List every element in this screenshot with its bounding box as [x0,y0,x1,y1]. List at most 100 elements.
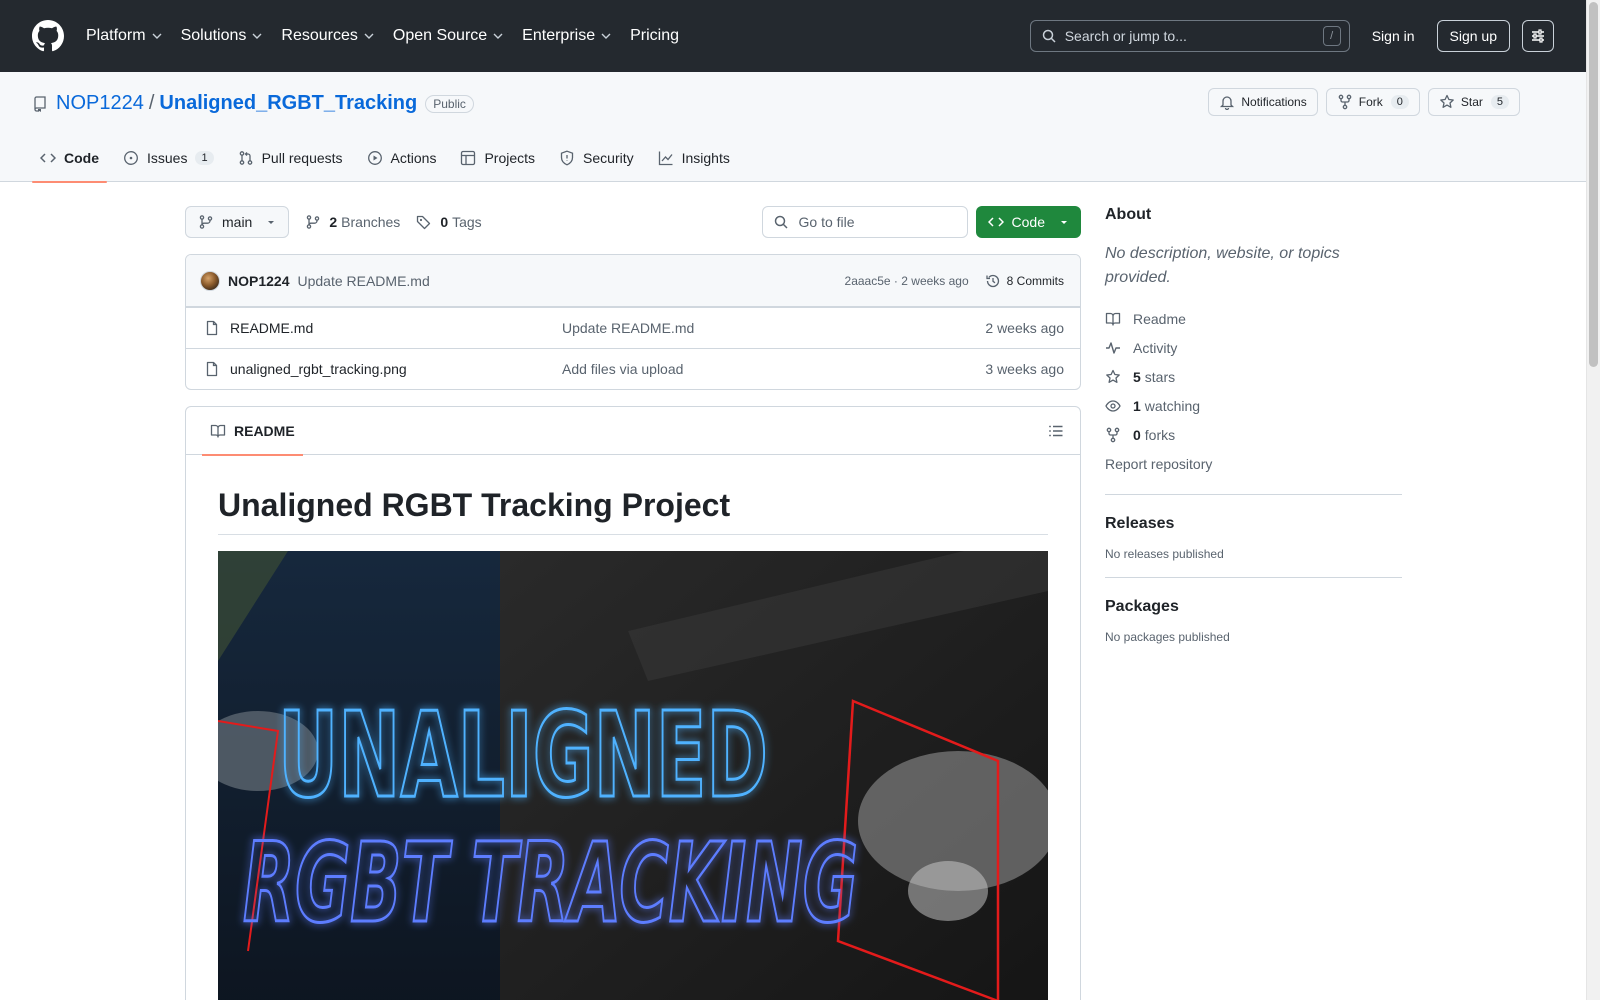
tab-insights[interactable]: Insights [650,134,738,182]
activity-link-label: Activity [1133,339,1178,356]
readme-link[interactable]: Readme [1105,304,1402,333]
chevron-down-icon [364,33,374,39]
tab-actions-label: Actions [390,150,437,166]
star-icon [1440,94,1454,108]
go-to-file-input[interactable]: Go to file [761,206,968,238]
github-logo-icon[interactable] [32,20,64,52]
file-name-link[interactable]: unaligned_rgbt_tracking.png [230,361,562,377]
nav-solutions-label: Solutions [180,27,247,44]
nav-resources[interactable]: Resources [281,27,374,45]
git-pull-request-icon [239,151,252,165]
tab-code[interactable]: Code [32,134,107,183]
main-content: main 2 Branches 0 Tags Go to file Code N… [185,206,1081,1000]
outline-toggle-button[interactable] [1048,423,1064,439]
report-repository-link[interactable]: Report repository [1105,449,1402,478]
file-icon [206,320,218,336]
triangle-down-icon [268,221,275,224]
commit-time: 2 weeks ago [901,273,969,288]
nav-pricing[interactable]: Pricing [630,27,679,45]
header-actions: Search or jump to... / Sign in Sign up [1029,20,1554,52]
nav-open-source[interactable]: Open Source [393,27,504,45]
tags-link[interactable]: 0 Tags [416,214,482,230]
readme-header: README [186,407,1080,456]
activity-link[interactable]: Activity [1105,333,1402,362]
search-icon [774,215,788,229]
appearance-settings-button[interactable] [1522,20,1554,52]
packages-heading[interactable]: Packages [1105,598,1402,616]
page-scrollbar[interactable] [1586,0,1600,1000]
fork-label: Fork [1358,95,1383,109]
commit-meta: 2aaac5e · 2 weeks ago [845,274,969,288]
global-search-input[interactable]: Search or jump to... / [1029,20,1350,52]
readme-banner-image: UNALIGNED RGBT TRACKING [218,551,1048,1000]
repo-sidebar: About No description, website, or topics… [1105,206,1402,644]
bell-icon [1220,96,1235,110]
branches-link[interactable]: 2 Branches [305,214,400,230]
file-icon [206,361,218,377]
nav-enterprise[interactable]: Enterprise [522,27,612,45]
stars-link[interactable]: 5 stars [1105,362,1402,391]
issues-count: 1 [195,151,214,165]
file-commit-time: 2 weeks ago [985,320,1064,336]
scrollbar-thumb[interactable] [1589,2,1598,367]
file-toolbar: main 2 Branches 0 Tags Go to file Code [185,206,1081,238]
tab-projects-label: Projects [484,150,536,166]
issue-opened-icon [124,151,138,165]
repo-name-link[interactable]: Unaligned_RGBT_Tracking [159,92,417,115]
star-button[interactable]: Star 5 [1427,88,1520,116]
tab-issues-label: Issues [147,150,188,166]
tab-projects[interactable]: Projects [452,134,543,182]
pulse-icon [1106,341,1120,354]
notifications-button[interactable]: Notifications [1208,88,1318,116]
sign-in-link[interactable]: Sign in [1372,28,1415,44]
packages-empty-text: No packages published [1105,630,1230,644]
commit-author-link[interactable]: NOP1224 [228,273,289,289]
branch-selector[interactable]: main [185,206,290,238]
nav-solutions[interactable]: Solutions [181,27,264,45]
code-dropdown-button[interactable]: Code [975,206,1081,238]
stars-label: stars [1144,368,1176,385]
readme-panel: README Unaligned RGBT Tracking Project U… [185,406,1081,1000]
tab-pull-requests[interactable]: Pull requests [230,134,351,182]
repo-owner-link[interactable]: NOP1224 [56,92,144,115]
file-row[interactable]: unaligned_rgbt_tracking.png Add files vi… [186,348,1080,389]
tab-code-label: Code [64,150,99,166]
file-commit-time: 3 weeks ago [985,361,1064,377]
commits-history-link[interactable]: 8 Commits [985,273,1064,289]
banner-title-line-1: UNALIGNED [278,686,768,824]
commit-sha-link[interactable]: 2aaac5e [845,274,891,288]
nav-platform[interactable]: Platform [86,27,163,45]
tab-actions[interactable]: Actions [359,134,445,182]
tab-security[interactable]: Security [551,134,642,182]
star-icon [1106,369,1120,383]
eye-icon [1105,399,1121,412]
readme-body: Unaligned RGBT Tracking Project UNALIGNE… [186,455,1080,1000]
visibility-badge: Public [425,94,474,113]
releases-heading[interactable]: Releases [1105,515,1402,533]
book-icon [1105,312,1121,326]
tag-icon [417,215,431,230]
tab-pull-requests-label: Pull requests [261,150,343,166]
readme-tab[interactable]: README [202,407,303,456]
book-icon [210,424,226,438]
file-name-link[interactable]: README.md [230,320,562,336]
chevron-down-icon [252,33,262,39]
sign-up-button[interactable]: Sign up [1436,20,1510,52]
releases-empty-text: No releases published [1105,547,1224,561]
fork-button[interactable]: Fork 0 [1325,88,1420,116]
banner-artwork: UNALIGNED RGBT TRACKING [218,551,1048,1000]
tab-issues[interactable]: Issues 1 [115,134,222,182]
go-to-file-placeholder: Go to file [798,214,855,230]
forks-link[interactable]: 0 forks [1105,420,1402,449]
nav-pricing-label: Pricing [630,27,679,44]
history-icon [986,274,999,287]
file-commit-message-link[interactable]: Update README.md [562,320,985,336]
banner-title-line-2: RGBT TRACKING [243,819,858,947]
file-row[interactable]: README.md Update README.md 2 weeks ago [186,307,1080,348]
file-commit-message-link[interactable]: Add files via upload [562,361,985,377]
watchers-link[interactable]: 1 watching [1105,391,1402,420]
watching-count: 1 [1133,397,1141,414]
commit-message-link[interactable]: Update README.md [297,273,429,289]
avatar[interactable] [200,270,220,291]
about-links: Readme Activity 5 stars 1 watching 0 for… [1105,304,1402,478]
